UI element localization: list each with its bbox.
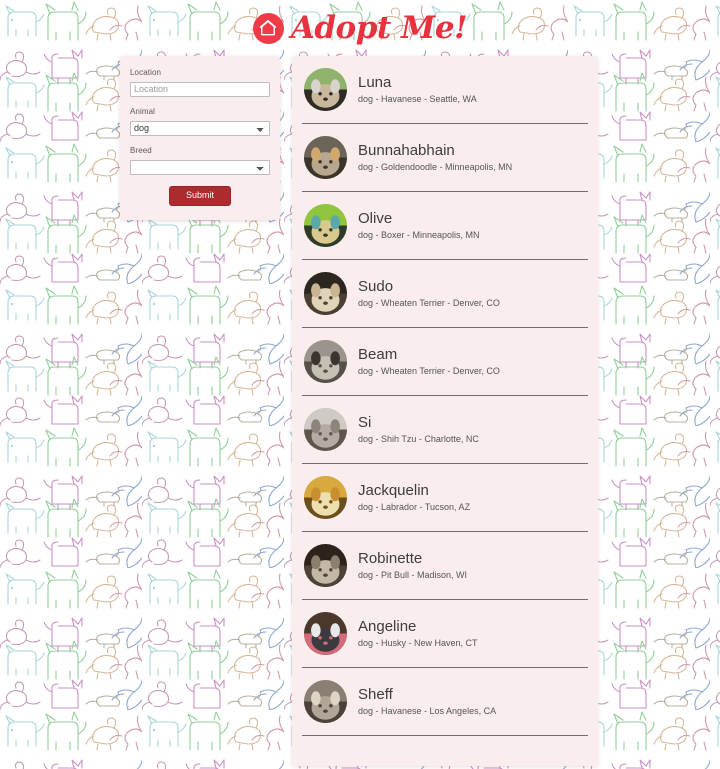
pet-name: Angeline	[358, 618, 417, 636]
pet-list-item[interactable]: Bunnahabhain dog - Goldendoodle - Minneap…	[302, 124, 588, 192]
pet-avatar	[304, 272, 347, 315]
pet-description: dog - Wheaten Terrier - Denver, CO	[358, 297, 500, 308]
pet-name: Beam	[358, 346, 398, 364]
animal-field-group: Animal dog	[130, 107, 270, 136]
pet-avatar	[304, 408, 347, 451]
pet-info: Bunnahabhain dog - Goldendoodle - Minneap…	[358, 142, 512, 172]
search-form-panel: Location Animal dog Breed Submit	[120, 56, 280, 220]
pet-description: dog - Shih Tzu - Charlotte, NC	[358, 433, 479, 444]
pet-description: dog - Boxer - Minneapolis, MN	[358, 229, 480, 240]
submit-row: Submit	[130, 185, 270, 206]
pet-list-item[interactable]: Olive dog - Boxer - Minneapolis, MN	[302, 192, 588, 260]
pet-description: dog - Wheaten Terrier - Denver, CO	[358, 365, 500, 376]
pet-list-item[interactable]: Angeline dog - Husky - New Haven, CT	[302, 600, 588, 668]
pet-list-item[interactable]: Sudo dog - Wheaten Terrier - Denver, CO	[302, 260, 588, 328]
pet-list-item[interactable]: Robinette dog - Pit Bull - Madison, WI	[302, 532, 588, 600]
pet-list-item[interactable]: Sheff dog - Havanese - Los Angeles, CA	[302, 668, 588, 736]
pet-avatar	[304, 680, 347, 723]
animal-label: Animal	[130, 107, 156, 116]
pet-name: Luna	[358, 74, 392, 92]
app-header: Adopt Me!	[0, 0, 720, 56]
pet-avatar	[304, 68, 347, 111]
house-paw-logo-icon	[252, 12, 284, 44]
pet-description: dog - Goldendoodle - Minneapolis, MN	[358, 161, 513, 172]
pet-info: Luna dog - Havanese - Seattle, WA	[358, 74, 477, 104]
pet-avatar	[304, 544, 347, 587]
pet-list-item[interactable]: Jackquelin dog - Labrador - Tucson, AZ	[302, 464, 588, 532]
breed-label: Breed	[130, 146, 152, 155]
pet-description: dog - Labrador - Tucson, AZ	[358, 501, 471, 512]
pet-name: Si	[358, 414, 372, 432]
pet-name: Olive	[358, 210, 393, 228]
pet-description: dog - Pit Bull - Madison, WI	[358, 569, 468, 580]
pet-list-item[interactable]: Luna dog - Havanese - Seattle, WA	[302, 56, 588, 124]
breed-field-group: Breed	[130, 146, 270, 175]
pet-name: Sudo	[358, 278, 394, 296]
location-label: Location	[130, 68, 162, 77]
breed-select[interactable]	[130, 159, 270, 175]
pet-list-item[interactable]: Si dog - Shih Tzu - Charlotte, NC	[302, 396, 588, 464]
location-field-group: Location	[130, 68, 270, 97]
pet-avatar	[304, 204, 347, 247]
submit-button[interactable]: Submit	[168, 186, 231, 206]
pet-name: Jackquelin	[358, 482, 429, 500]
pet-results-panel: Luna dog - Havanese - Seattle, WA Bunnahab…	[292, 56, 598, 766]
pet-info: Si dog - Shih Tzu - Charlotte, NC	[358, 414, 479, 444]
brand-title: Adopt Me!	[290, 9, 468, 46]
pet-info: Robinette dog - Pit Bull - Madison, WI	[358, 550, 467, 580]
pet-info: Beam dog - Wheaten Terrier - Denver, CO	[358, 346, 500, 376]
pet-list-item[interactable]: Beam dog - Wheaten Terrier - Denver, CO	[302, 328, 588, 396]
pet-name: Bunnahabhain	[358, 142, 455, 160]
pet-description: dog - Havanese - Seattle, WA	[358, 93, 477, 104]
pet-info: Olive dog - Boxer - Minneapolis, MN	[358, 210, 480, 240]
pet-avatar	[304, 340, 347, 383]
pet-avatar	[304, 612, 347, 655]
pet-info: Angeline dog - Husky - New Haven, CT	[358, 618, 478, 648]
pet-avatar	[304, 476, 347, 519]
pet-avatar	[304, 136, 347, 179]
pet-info: Jackquelin dog - Labrador - Tucson, AZ	[358, 482, 470, 512]
pet-description: dog - Havanese - Los Angeles, CA	[358, 705, 497, 716]
location-input[interactable]	[130, 81, 270, 97]
pet-info: Sheff dog - Havanese - Los Angeles, CA	[358, 686, 496, 716]
pet-description: dog - Husky - New Haven, CT	[358, 637, 478, 648]
pet-name: Sheff	[358, 686, 393, 704]
pet-info: Sudo dog - Wheaten Terrier - Denver, CO	[358, 278, 500, 308]
animal-select[interactable]: dog	[130, 120, 270, 136]
pet-name: Robinette	[358, 550, 423, 568]
